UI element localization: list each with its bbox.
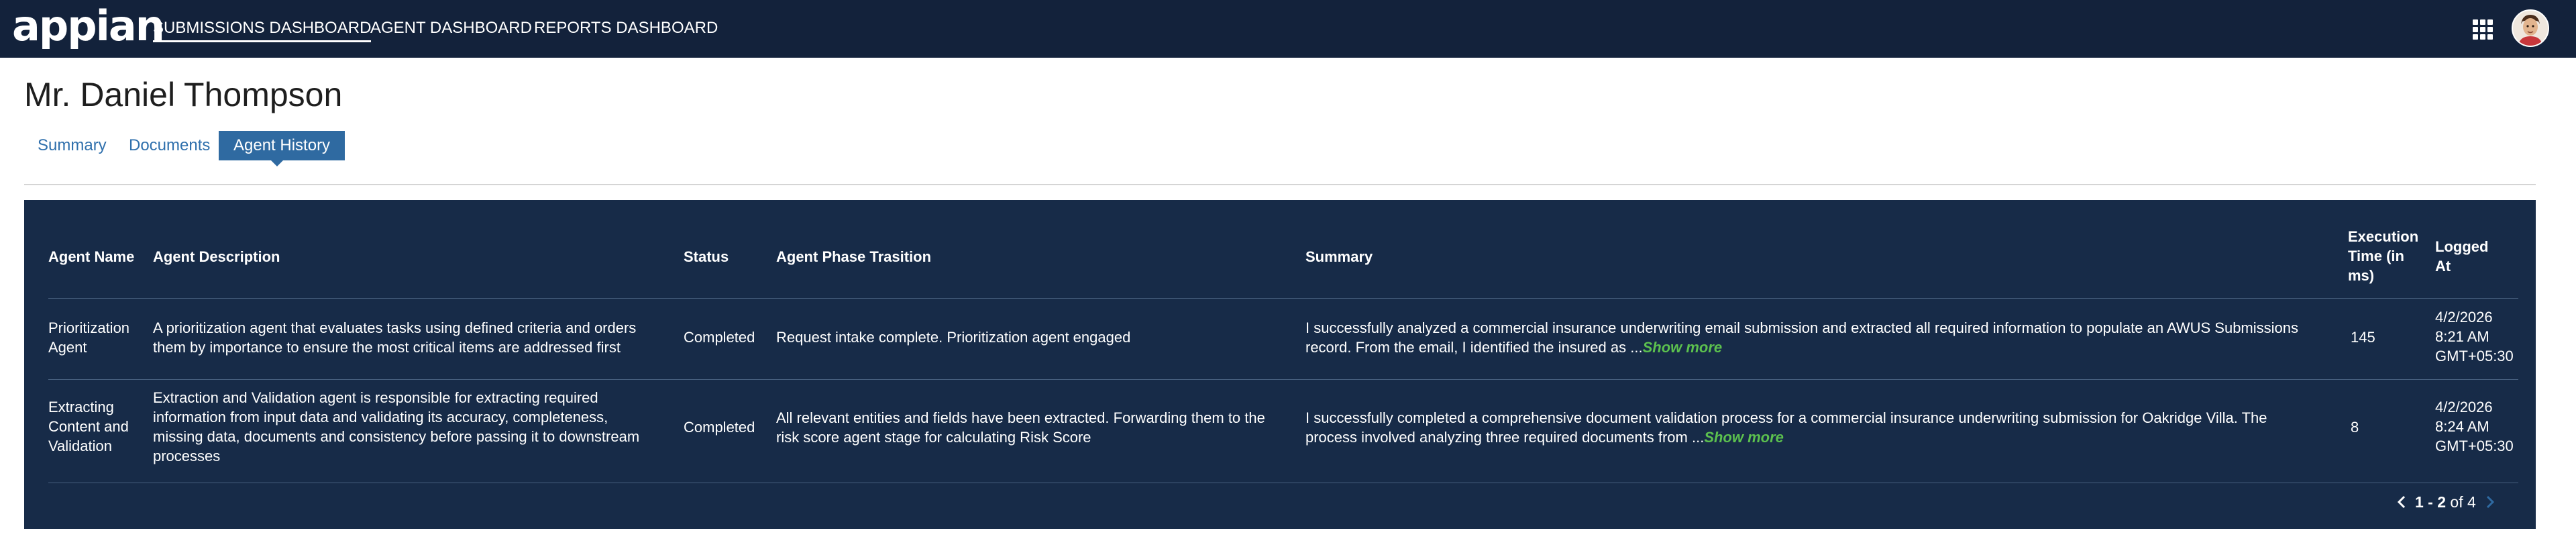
pagination-total: 4: [2467, 493, 2476, 511]
row1-execution-time: 145: [2351, 329, 2375, 346]
row2-agent-name-line2: Content and: [48, 418, 129, 435]
row2-status: Completed: [684, 419, 755, 436]
row2-agent-name: Extracting Content and Validation: [48, 397, 129, 456]
row2-logged-at: 4/2/2026 8:24 AM GMT+05:30: [2435, 397, 2514, 456]
row1-summary-text: record. From the email, I identified the…: [1305, 339, 1631, 356]
row1-logged-timezone: GMT+05:30: [2435, 348, 2514, 364]
row2-agent-description: Extraction and Validation agent is respo…: [153, 388, 639, 466]
tab-agent-history[interactable]: Agent History: [219, 131, 345, 160]
header-agent-phase-transition[interactable]: Agent Phase Trasition: [776, 247, 931, 266]
row2-description-line3: missing data, documents and consistency …: [153, 428, 640, 445]
agent-history-panel: Agent Name Agent Description Status Agen…: [24, 200, 2536, 529]
row2-description-line1: Extraction and Validation agent is respo…: [153, 389, 598, 406]
row1-agent-name-line1: Prioritization: [48, 319, 130, 336]
header-logged-at[interactable]: Logged At: [2435, 237, 2488, 276]
pagination-info: 1 - 2 of 4: [2415, 489, 2476, 515]
row1-agent-name: Prioritization Agent: [48, 318, 129, 357]
row1-summary-ellipsis: ...: [1630, 339, 1643, 356]
header-logged-at-line1: Logged: [2435, 238, 2489, 255]
row1-summary: I successfully analyzed a commercial ins…: [1305, 318, 2298, 357]
header-agent-description[interactable]: Agent Description: [153, 247, 280, 266]
header-execution-time[interactable]: Execution Time (in ms): [2348, 227, 2418, 285]
header-execution-time-line1: Execution: [2348, 228, 2419, 245]
tab-summary[interactable]: Summary: [38, 131, 107, 160]
row1-description-line1: A prioritization agent that evaluates ta…: [153, 319, 637, 336]
row1-logged-time: 8:21 AM: [2435, 328, 2489, 345]
row1-summary-line2: record. From the email, I identified the…: [1305, 338, 2298, 357]
header-execution-time-line3: ms): [2348, 267, 2375, 284]
row2-show-more-link[interactable]: Show more: [1704, 429, 1784, 446]
row1-agent-description: A prioritization agent that evaluates ta…: [153, 318, 636, 357]
apps-grid-icon[interactable]: [2473, 19, 2493, 40]
nav-reports-dashboard[interactable]: REPORTS DASHBOARD: [534, 16, 718, 40]
user-avatar-icon[interactable]: [2512, 9, 2549, 47]
top-nav-bar: appian SUBMISSIONS DASHBOARD AGENT DASHB…: [0, 0, 2576, 58]
row1-summary-line1: I successfully analyzed a commercial ins…: [1305, 319, 2299, 336]
row1-phase-transition: Request intake complete. Prioritization …: [776, 329, 1131, 346]
row2-phase-line2: risk score agent stage for calculating R…: [776, 429, 1091, 446]
row2-logged-timezone: GMT+05:30: [2435, 438, 2514, 454]
row2-execution-time: 8: [2351, 419, 2359, 436]
header-agent-name[interactable]: Agent Name: [48, 247, 134, 266]
header-execution-time-line2: Time (in: [2348, 248, 2404, 264]
pagination-range: 1 - 2: [2415, 493, 2447, 511]
row2-summary-ellipsis: ...: [1691, 429, 1705, 446]
row2-description-line2: information from input data and validati…: [153, 409, 608, 425]
row2-phase-transition: All relevant entities and fields have be…: [776, 408, 1265, 447]
pagination-of: of: [2450, 493, 2463, 511]
row2-summary-line2: process involved analyzing three require…: [1305, 428, 2267, 447]
section-divider: [24, 184, 2536, 185]
row1-show-more-link[interactable]: Show more: [1643, 339, 1723, 356]
row2-agent-name-line1: Extracting: [48, 399, 114, 415]
row1-description-line2: them by importance to ensure the most cr…: [153, 339, 621, 356]
row2-summary-line1: I successfully completed a comprehensive…: [1305, 409, 2267, 426]
tab-documents[interactable]: Documents: [129, 131, 210, 160]
row1-logged-date: 4/2/2026: [2435, 309, 2493, 325]
row2-phase-line1: All relevant entities and fields have be…: [776, 409, 1265, 426]
row2-description-line4: processes: [153, 448, 221, 464]
row-divider: [48, 298, 2518, 299]
appian-logo[interactable]: appian: [12, 3, 165, 50]
pagination-next-icon[interactable]: [2483, 489, 2497, 515]
nav-agent-dashboard[interactable]: AGENT DASHBOARD: [370, 16, 532, 40]
active-tab-caret: [271, 160, 283, 166]
header-summary[interactable]: Summary: [1305, 247, 1373, 266]
row2-logged-date: 4/2/2026: [2435, 399, 2493, 415]
header-status[interactable]: Status: [684, 247, 729, 266]
row2-logged-time: 8:24 AM: [2435, 418, 2489, 435]
row2-summary-text: process involved analyzing three require…: [1305, 429, 1692, 446]
header-logged-at-line2: At: [2435, 258, 2451, 274]
row2-summary: I successfully completed a comprehensive…: [1305, 408, 2267, 447]
row1-status: Completed: [684, 329, 755, 346]
row1-logged-at: 4/2/2026 8:21 AM GMT+05:30: [2435, 307, 2514, 366]
row1-agent-name-line2: Agent: [48, 339, 87, 356]
nav-submissions-dashboard[interactable]: SUBMISSIONS DASHBOARD: [153, 16, 372, 42]
row-divider: [48, 379, 2518, 380]
page-title: Mr. Daniel Thompson: [24, 76, 343, 113]
pagination-prev-icon[interactable]: [2395, 489, 2408, 515]
row2-agent-name-line3: Validation: [48, 438, 112, 454]
